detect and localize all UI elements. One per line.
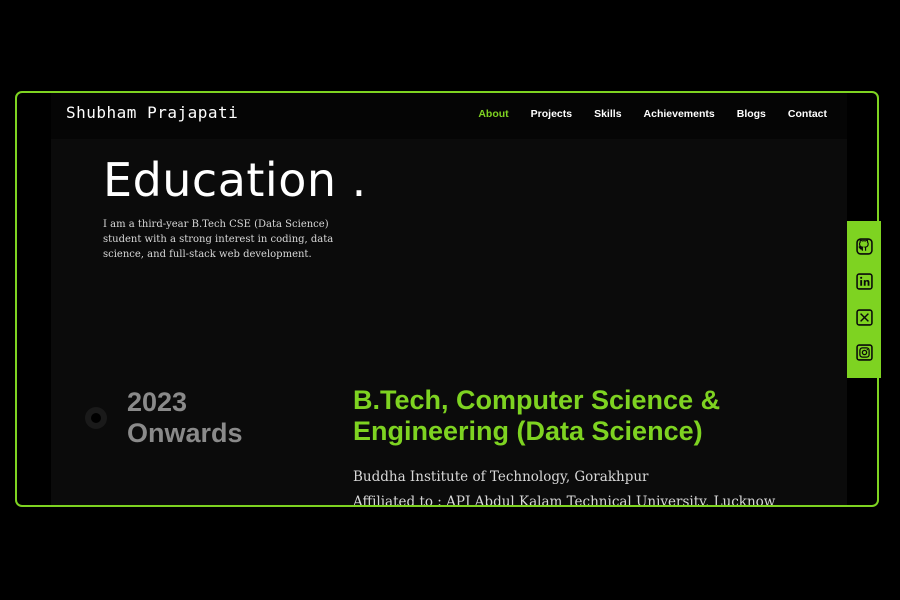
section-intro: I am a third-year B.Tech CSE (Data Scien…	[103, 219, 334, 260]
degree-line-2: Engineering (Data Science)	[353, 416, 703, 446]
institute-name: Buddha Institute of Technology, Gorakhpu…	[353, 469, 649, 485]
timeline-dot	[85, 407, 107, 429]
nav-achievements[interactable]: Achievements	[644, 108, 715, 120]
social-sidebar	[847, 221, 881, 378]
nav-skills[interactable]: Skills	[594, 108, 621, 120]
affiliation-text: Affiliated to : APJ Abdul Kalam Technica…	[353, 494, 776, 507]
nav-contact[interactable]: Contact	[788, 108, 827, 120]
page-content: Shubham Prajapati About Projects Skills …	[51, 93, 847, 507]
brand-logo[interactable]: Shubham Prajapati	[66, 103, 238, 122]
nav-about[interactable]: About	[478, 108, 508, 120]
section-title: Education .	[103, 153, 367, 207]
degree-line-1: B.Tech, Computer Science &	[353, 385, 721, 415]
nav-links: About Projects Skills Achievements Blogs…	[478, 108, 827, 120]
education-year: 2023 Onwards	[127, 387, 243, 449]
x-icon[interactable]	[855, 308, 873, 326]
degree-title: B.Tech, Computer Science & Engineering (…	[353, 385, 823, 447]
navbar: Shubham Prajapati About Projects Skills …	[51, 93, 847, 139]
nav-blogs[interactable]: Blogs	[737, 108, 766, 120]
year-start: 2023	[127, 387, 188, 417]
instagram-icon[interactable]	[855, 343, 873, 361]
browser-frame: Shubham Prajapati About Projects Skills …	[15, 91, 879, 507]
nav-projects[interactable]: Projects	[531, 108, 572, 120]
linkedin-icon[interactable]	[855, 273, 873, 291]
year-label: Onwards	[127, 418, 243, 448]
github-icon[interactable]	[855, 238, 873, 256]
